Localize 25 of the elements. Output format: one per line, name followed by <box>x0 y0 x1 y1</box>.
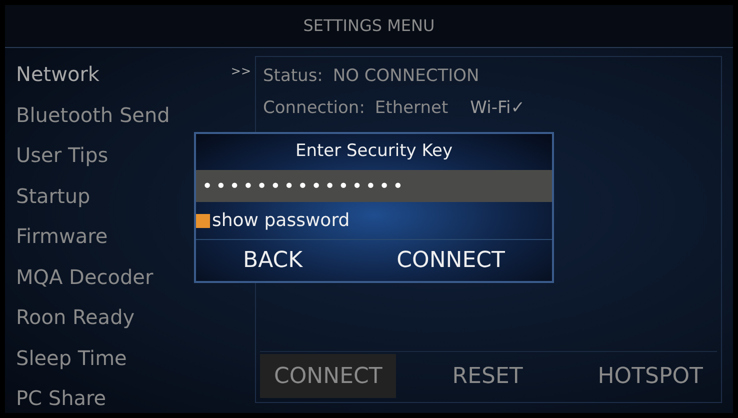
connection-label: Connection: <box>263 97 365 120</box>
window-title: SETTINGS MENU <box>303 15 435 37</box>
sidebar-item[interactable]: Firmware <box>16 221 108 252</box>
status-label: Status: <box>263 65 323 88</box>
network-button[interactable]: HOTSPOT <box>584 354 717 398</box>
sidebar-item[interactable]: Roon Ready <box>16 302 135 332</box>
sidebar-item[interactable]: Bluetooth Send <box>16 100 170 130</box>
connection-option[interactable]: Wi-Fi✓ <box>470 96 525 122</box>
sidebar-item[interactable]: Network <box>16 59 100 90</box>
connection-option[interactable]: Ethernet <box>374 96 448 122</box>
dialog-button[interactable]: CONNECT <box>386 240 515 281</box>
network-button[interactable]: CONNECT <box>260 354 396 398</box>
dialog-title: Enter Security Key <box>295 140 453 164</box>
status-value: NO CONNECTION <box>332 65 480 88</box>
sidebar-item[interactable]: Startup <box>16 180 90 211</box>
sidebar-item[interactable]: PC Share <box>16 383 106 414</box>
dialog-button[interactable]: BACK <box>233 240 313 281</box>
sidebar-item[interactable]: Sleep Time <box>16 342 127 373</box>
password-field[interactable]: ••••••••••••••• <box>196 170 552 202</box>
checkbox[interactable] <box>196 214 210 228</box>
network-button[interactable]: RESET <box>438 354 537 398</box>
sidebar-item[interactable]: MQA Decoder <box>16 262 154 292</box>
checkbox-label: show password <box>212 209 350 233</box>
selection-marker: >> <box>230 63 251 80</box>
sidebar-item[interactable]: User Tips <box>16 140 108 170</box>
